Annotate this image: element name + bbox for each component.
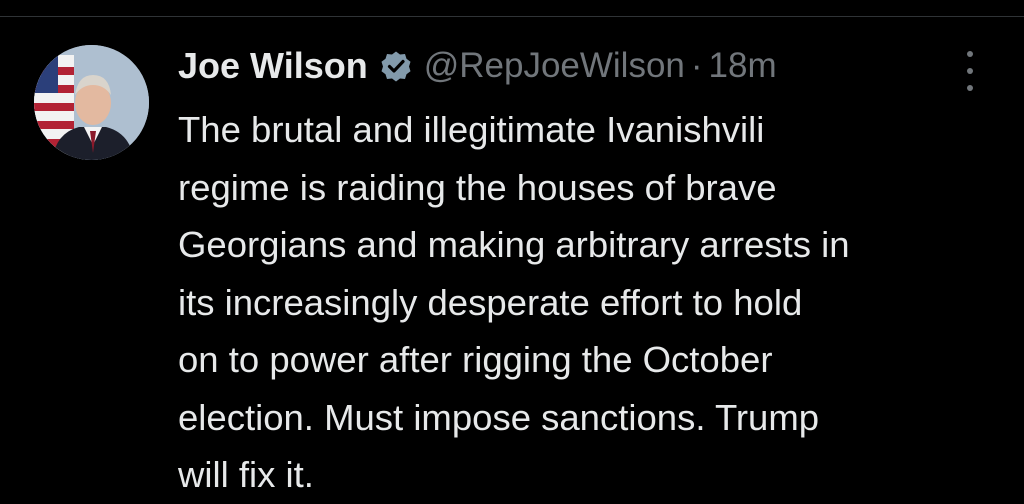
author-display-name[interactable]: Joe Wilson: [178, 45, 368, 87]
tweet-header: Joe Wilson @RepJoeWilson · 18m: [178, 42, 777, 90]
more-dot: [967, 85, 973, 91]
more-dot: [967, 68, 973, 74]
more-options-icon[interactable]: [958, 51, 982, 91]
author-handle[interactable]: @RepJoeWilson: [424, 46, 685, 86]
tweet-text: The brutal and illegitimate Ivanishvili …: [178, 101, 1008, 504]
tweet-text-line: Georgians and making arbitrary arrests i…: [178, 224, 850, 265]
tweet-text-line: on to power after rigging the October: [178, 339, 773, 380]
tweet-text-line: regime is raiding the houses of brave: [178, 166, 777, 208]
tweet-card[interactable]: Joe Wilson @RepJoeWilson · 18m The bruta…: [0, 17, 1024, 495]
tweet-text-line: its increasingly desperate effort to hol…: [178, 281, 803, 323]
header-separator: ·: [690, 46, 703, 85]
tweet-text-line: election. Must impose sanctions. Trump: [178, 396, 820, 438]
more-dot: [967, 51, 973, 57]
tweet-timestamp[interactable]: 18m: [709, 46, 777, 86]
tweet-text-line: The brutal and illegitimate Ivanishvili: [178, 109, 765, 150]
verified-badge-icon[interactable]: [380, 50, 412, 82]
tweet-text-line: will fix it.: [178, 454, 314, 495]
profile-photo-icon: [34, 45, 149, 160]
author-avatar[interactable]: [34, 45, 149, 160]
